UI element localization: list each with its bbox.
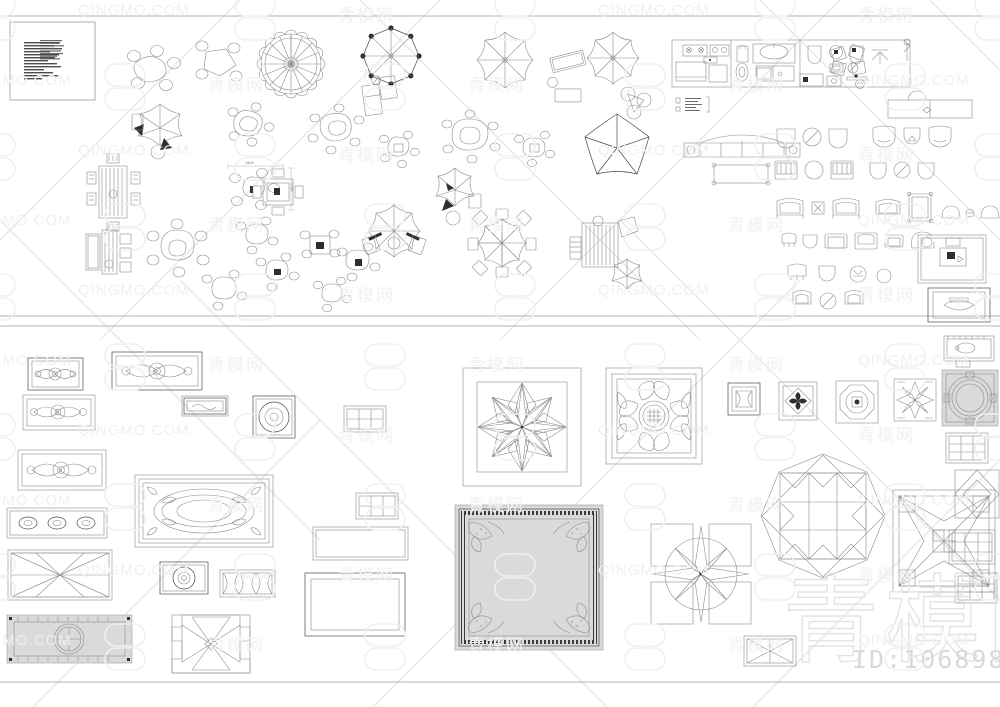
medallion-star-dot-sq xyxy=(462,367,582,487)
parasol-small-corner xyxy=(611,258,643,290)
medallion-octagon-ring xyxy=(835,380,879,424)
drawing-notes-block xyxy=(9,21,96,101)
rug-rect-ornate-3 xyxy=(22,394,96,431)
table-width-dim: 1400 xyxy=(245,161,254,165)
lounge-group-c xyxy=(379,130,420,169)
parasol-octagon-plain xyxy=(476,31,534,89)
table-depth-dim: 1400 xyxy=(290,183,294,192)
legend-text-group xyxy=(675,96,710,113)
lounge-group-i xyxy=(336,242,381,282)
parasol-set-hatch-chairs xyxy=(361,204,427,258)
cooktop-block xyxy=(675,44,730,83)
rug-rect-ornate-1 xyxy=(27,357,84,391)
rug-ornate-right-2 xyxy=(927,287,991,323)
lounge-group-b xyxy=(307,103,365,155)
rect-table-6-chair xyxy=(86,153,141,232)
round-table-6-chair xyxy=(146,218,210,278)
tilted-chair-cluster xyxy=(830,38,911,76)
parasol-pentagon-dense xyxy=(584,113,650,175)
medallion-small-sq xyxy=(727,382,761,416)
lounge-group-g xyxy=(255,252,300,292)
lounge-group-f xyxy=(201,269,248,311)
parasol-octagon-hatch xyxy=(586,31,640,85)
panel-diamond-x3 xyxy=(219,569,276,598)
chair-armchair-plan-blocks xyxy=(774,125,1000,310)
lounge-group-e xyxy=(514,130,555,168)
square-table-4-chair xyxy=(195,40,243,82)
panel-diamond-right xyxy=(954,469,1000,519)
rug-rect-ornate-2 xyxy=(111,351,203,391)
rug-star-rect xyxy=(7,549,113,601)
double-lounger-bench xyxy=(85,229,132,275)
medallion-rosette-sq xyxy=(159,561,209,595)
lounge-group-j xyxy=(235,216,279,255)
conversation-set-dim: 1400 1400 xyxy=(227,161,294,211)
fixture-bath-plan xyxy=(943,335,995,368)
rug-oval-band xyxy=(6,507,108,539)
rug-oval-scroll xyxy=(134,474,274,548)
bed-headboard-plan xyxy=(887,90,973,119)
chair-cluster-right xyxy=(620,86,652,120)
rug-ornate-right-1 xyxy=(917,234,987,284)
lounger-pair-b xyxy=(547,50,587,103)
sofa-plan-block xyxy=(683,134,801,186)
section-outdoor-furniture: 1400 1400 xyxy=(85,25,1000,323)
asset-id-watermark: ID:1068984 xyxy=(852,645,1000,674)
rug-terrazzo-circle xyxy=(6,614,133,664)
rug-border-inset xyxy=(181,395,229,417)
lounge-group-a xyxy=(227,102,275,147)
notes-text-mass xyxy=(24,40,64,80)
lounge-group-h xyxy=(313,276,352,313)
rug-fan-corner xyxy=(171,614,251,674)
rect-table-4-chair xyxy=(252,168,304,216)
parasol-scallop-dark xyxy=(360,25,422,87)
cad-preview-canvas: 1400 1400 QINGMO.COM QINGMO.COM MO.COM Q… xyxy=(0,0,1000,707)
medallion-8point-star xyxy=(893,378,937,422)
rug-rect-ornate-4 xyxy=(17,449,107,491)
lounge-group-d xyxy=(441,109,501,164)
rug-ornate-frame-big xyxy=(454,504,604,651)
rug-diaper-dark xyxy=(304,572,406,637)
medallion-round-heavy xyxy=(941,369,999,427)
round-table-5-chair xyxy=(127,45,181,91)
medallion-pinwheel-sq xyxy=(778,381,818,421)
panel-grid-6b xyxy=(355,492,399,520)
rug-diaper-hatch xyxy=(312,526,409,561)
kitchen-bath-fixture-panel xyxy=(671,39,911,89)
panel-grid-right-top xyxy=(945,432,989,464)
lounge-group-k xyxy=(299,229,341,259)
parasol-lounge-pair xyxy=(131,103,183,160)
sink-block xyxy=(735,43,796,82)
compass-rose-sq xyxy=(650,523,752,625)
medallion-round-dark xyxy=(252,395,296,439)
panel-grid-6 xyxy=(343,405,387,433)
parasol-round-12rib xyxy=(256,29,326,99)
medallion-scroll-sq xyxy=(605,367,703,465)
parasol-set-plain-chairs xyxy=(467,208,537,278)
